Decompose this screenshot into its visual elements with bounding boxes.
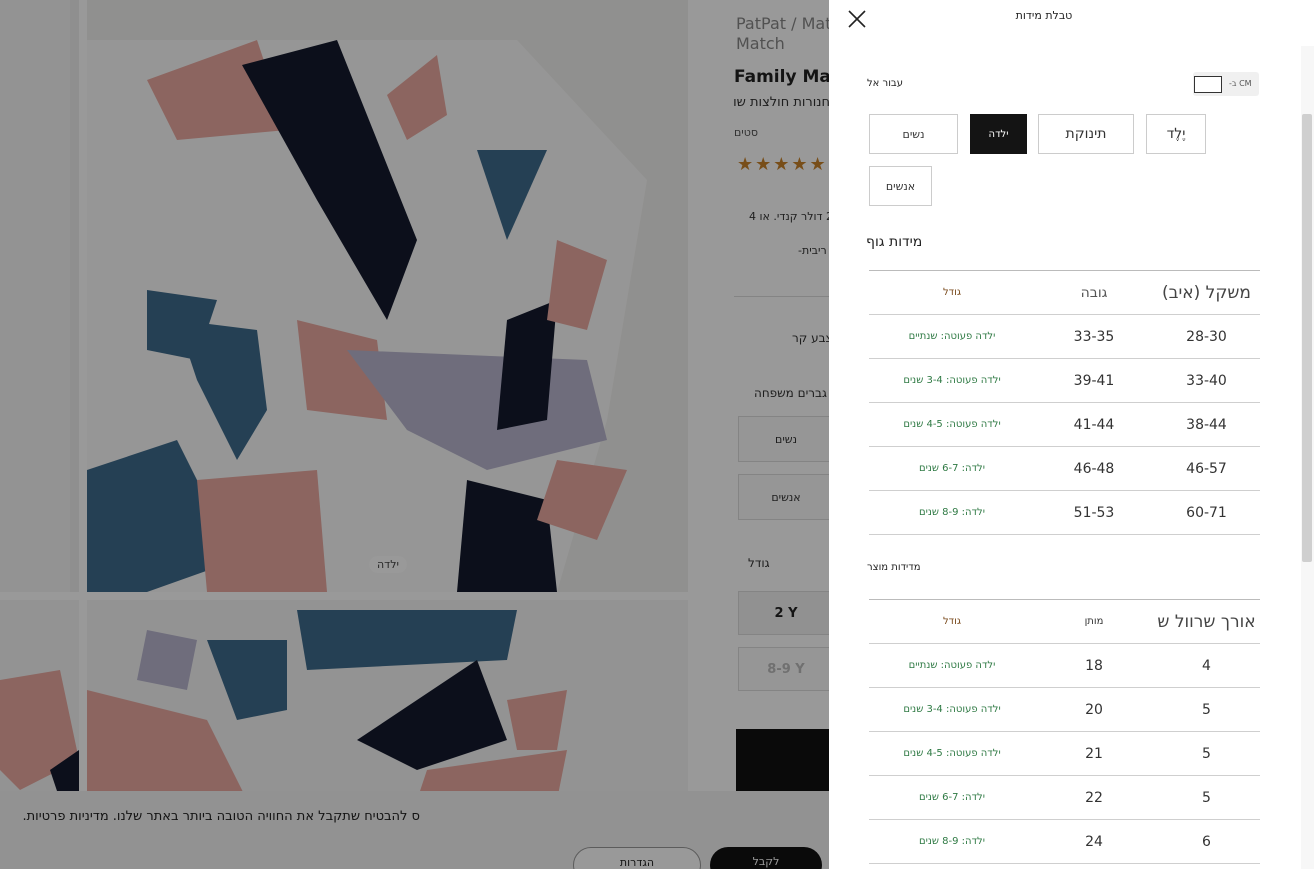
tab-girl[interactable]: ילדה bbox=[970, 114, 1027, 154]
tab-baby[interactable]: תינוקת bbox=[1038, 114, 1134, 154]
table-header-row: גודל מותן אורך שרוול ש bbox=[869, 599, 1260, 644]
height-cell: 39-41 bbox=[1035, 358, 1153, 403]
size-cell: ילדה פעוטה: 3-4 שנים bbox=[869, 687, 1035, 732]
modal-overlay[interactable] bbox=[0, 0, 829, 869]
table-row: ילדה: 8-9 שנים 51-53 60-71 bbox=[869, 490, 1260, 535]
table-row: ילדה: 6-7 שנים 46-48 46-57 bbox=[869, 446, 1260, 491]
height-cell: 46-48 bbox=[1035, 446, 1153, 491]
table-row: ילדה פעוטה: 3-4 שנים 20 5 bbox=[869, 687, 1260, 732]
size-cell: ילדה פעוטה: 3-4 שנים bbox=[869, 358, 1035, 403]
body-measurements-title: מידות גוף bbox=[866, 234, 923, 250]
column-header-size: גודל bbox=[869, 270, 1035, 315]
table-row: ילדה: 6-7 שנים 22 5 bbox=[869, 775, 1260, 820]
sleeve-cell: 4 bbox=[1153, 643, 1260, 688]
size-cell: ילדה פעוטה: 4-5 שנים bbox=[869, 731, 1035, 776]
table-row: ילדה: 8-9 שנים 24 6 bbox=[869, 819, 1260, 864]
weight-cell: 28-30 bbox=[1153, 314, 1260, 359]
waist-cell: 20 bbox=[1035, 687, 1153, 732]
height-cell: 33-35 bbox=[1035, 314, 1153, 359]
sleeve-cell: 6 bbox=[1153, 819, 1260, 864]
table-row: ילדה פעוטה: 4-5 שנים 41-44 38-44 bbox=[869, 402, 1260, 447]
size-cell: ילדה פעוטה: שנתיים bbox=[869, 643, 1035, 688]
size-chart-drawer: טבלת מידות עבור אל CM ב- נשים ילדה תינוק… bbox=[829, 0, 1314, 869]
size-cell: ילדה פעוטה: 4-5 שנים bbox=[869, 402, 1035, 447]
waist-cell: 18 bbox=[1035, 643, 1153, 688]
height-cell: 41-44 bbox=[1035, 402, 1153, 447]
body-measurements-table: גודל גובה משקל (איב) ילדה פעוטה: שנתיים … bbox=[869, 270, 1260, 535]
column-header-height: גובה bbox=[1035, 270, 1153, 315]
tab-boy[interactable]: יֶלֶד bbox=[1146, 114, 1206, 154]
tab-men[interactable]: אנשים bbox=[869, 166, 932, 206]
weight-cell: 60-71 bbox=[1153, 490, 1260, 535]
weight-cell: 33-40 bbox=[1153, 358, 1260, 403]
column-header-waist: מותן bbox=[1035, 599, 1153, 644]
column-header-weight: משקל (איב) bbox=[1153, 270, 1260, 315]
table-row: ילדה פעוטה: 4-5 שנים 21 5 bbox=[869, 731, 1260, 776]
unit-label: CM ב- bbox=[1229, 79, 1252, 88]
size-cell: ילדה: 8-9 שנים bbox=[869, 490, 1035, 535]
size-cell: ילדה: 6-7 שנים bbox=[869, 775, 1035, 820]
sleeve-cell: 5 bbox=[1153, 687, 1260, 732]
weight-cell: 46-57 bbox=[1153, 446, 1260, 491]
tab-women[interactable]: נשים bbox=[869, 114, 958, 154]
table-row: ילדה פעוטה: שנתיים 33-35 28-30 bbox=[869, 314, 1260, 359]
waist-cell: 21 bbox=[1035, 731, 1153, 776]
close-button[interactable] bbox=[846, 8, 868, 30]
column-header-size: גודל bbox=[869, 599, 1035, 644]
product-measurements-table: גודל מותן אורך שרוול ש ילדה פעוטה: שנתיי… bbox=[869, 599, 1260, 864]
weight-cell: 38-44 bbox=[1153, 402, 1260, 447]
scrollbar-thumb[interactable] bbox=[1302, 114, 1312, 562]
table-row: ילדה פעוטה: 3-4 שנים 39-41 33-40 bbox=[869, 358, 1260, 403]
unit-toggle[interactable]: CM ב- bbox=[1193, 72, 1259, 96]
sleeve-cell: 5 bbox=[1153, 775, 1260, 820]
waist-cell: 24 bbox=[1035, 819, 1153, 864]
drawer-title: טבלת מידות bbox=[1015, 9, 1073, 22]
waist-cell: 22 bbox=[1035, 775, 1153, 820]
product-measurements-title: מדידות מוצר bbox=[867, 562, 921, 573]
for-label: עבור אל bbox=[867, 78, 903, 89]
table-row: ילדה פעוטה: שנתיים 18 4 bbox=[869, 643, 1260, 688]
unit-toggle-switch[interactable] bbox=[1194, 76, 1222, 93]
height-cell: 51-53 bbox=[1035, 490, 1153, 535]
table-header-row: גודל גובה משקל (איב) bbox=[869, 270, 1260, 315]
size-cell: ילדה: 8-9 שנים bbox=[869, 819, 1035, 864]
column-header-sleeve: אורך שרוול ש bbox=[1153, 599, 1260, 644]
size-cell: ילדה: 6-7 שנים bbox=[869, 446, 1035, 491]
close-icon bbox=[848, 10, 866, 28]
size-cell: ילדה פעוטה: שנתיים bbox=[869, 314, 1035, 359]
sleeve-cell: 5 bbox=[1153, 731, 1260, 776]
